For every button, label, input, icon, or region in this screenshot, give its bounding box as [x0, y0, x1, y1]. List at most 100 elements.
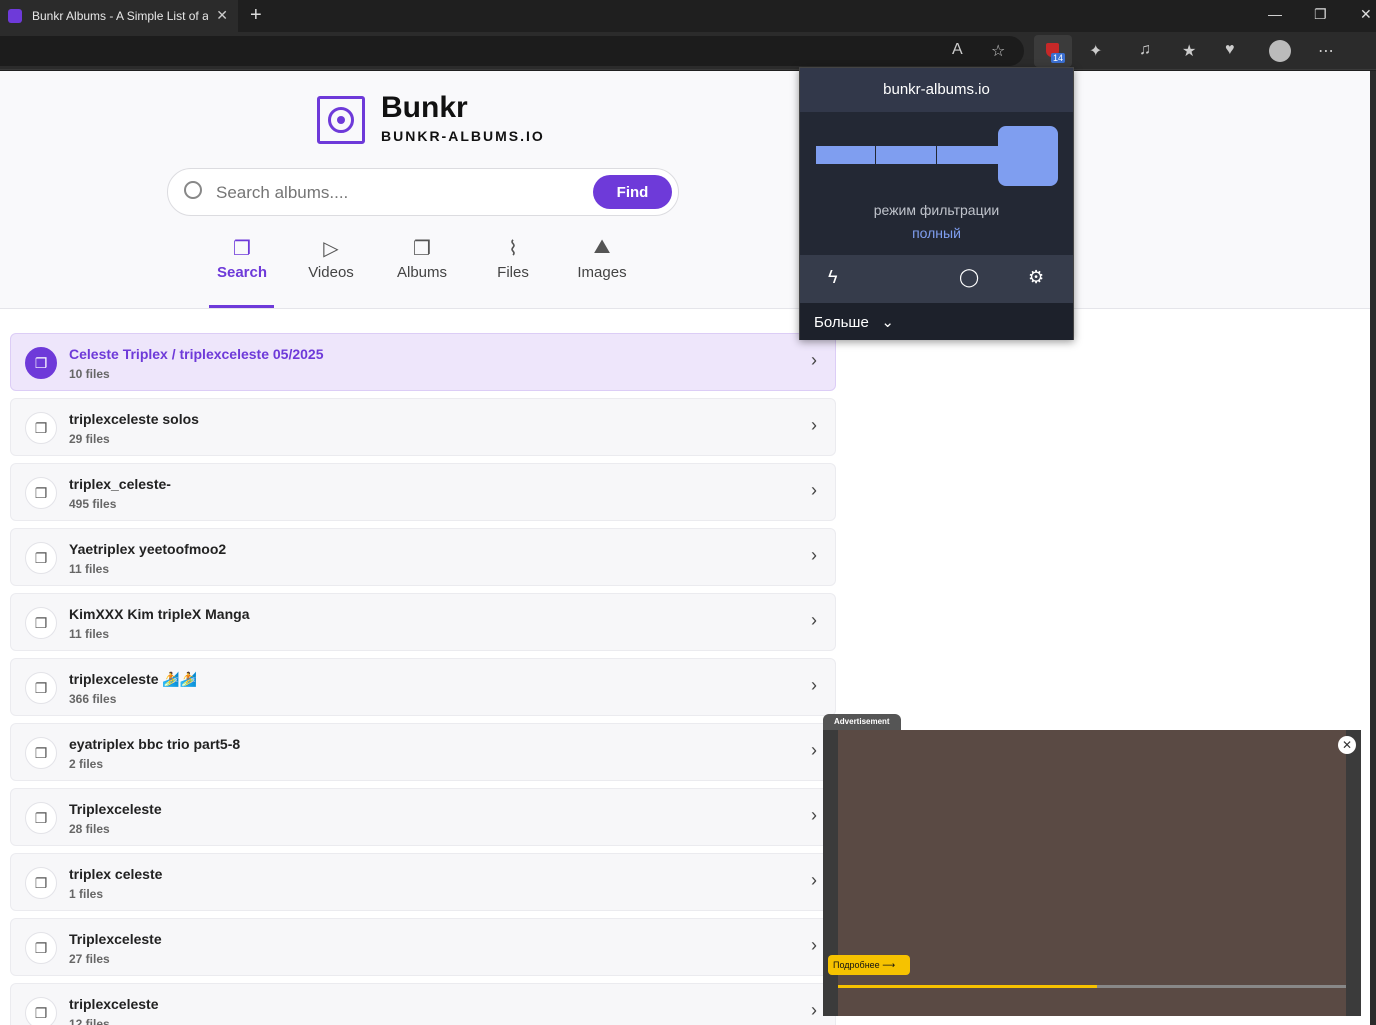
chevron-right-icon: › [811, 610, 817, 630]
play-icon: ▷ [323, 238, 339, 260]
album-file-count: 28 files [69, 822, 110, 836]
album-icon: ❐ [25, 347, 57, 379]
album-icon: ❐ [25, 412, 57, 444]
close-tab-icon[interactable]: ✕ [216, 7, 228, 24]
chevron-right-icon: › [811, 545, 817, 565]
filter-slider-track[interactable] [816, 146, 998, 164]
album-name: Triplexceleste [69, 931, 162, 947]
bunkr-logo-icon[interactable] [317, 96, 365, 144]
album-row[interactable]: ❐ triplexceleste 12 files › [10, 983, 836, 1025]
chevron-right-icon: › [811, 415, 817, 435]
zap-icon[interactable]: ϟ [828, 267, 838, 288]
ad-cta-button[interactable]: Подробнее ⟶ [828, 955, 910, 975]
minimize-icon[interactable]: — [1268, 6, 1282, 22]
album-file-count: 1 files [69, 887, 104, 901]
adblock-popup: bunkr-albums.io режим фильтрации полный … [799, 67, 1074, 340]
album-file-count: 12 files [69, 1017, 110, 1025]
extensions-icon[interactable]: ✦ [1089, 41, 1102, 61]
profile-avatar[interactable] [1269, 40, 1291, 62]
album-name: triplexceleste 🏄🏄 [69, 671, 198, 687]
new-tab-icon[interactable]: + [250, 4, 262, 27]
tab-files[interactable]: ⌇ Files [473, 236, 553, 281]
chevron-right-icon: › [811, 740, 817, 760]
albums-icon: ❐ [413, 238, 431, 260]
read-aloud-icon[interactable]: A [952, 41, 963, 59]
comment-icon[interactable]: ◯ [959, 267, 979, 288]
album-row[interactable]: ❐ triplex_celeste- 495 files › [10, 463, 836, 521]
chevron-right-icon: › [811, 935, 817, 955]
album-name: triplex_celeste- [69, 476, 171, 492]
album-row[interactable]: ❐ Triplexceleste 27 files › [10, 918, 836, 976]
favorites-icon[interactable]: ★ [1182, 41, 1196, 61]
adblock-extension-button[interactable]: 14 [1034, 35, 1072, 67]
extension-badge: 14 [1051, 53, 1066, 63]
site-header: Bunkr BUNKR-ALBUMS.IO Find ❐ Search ▷ Vi… [0, 71, 1370, 309]
browser-tab[interactable]: Bunkr Albums - A Simple List of a ✕ [0, 0, 238, 32]
album-row[interactable]: ❐ Celeste Triplex / triplexceleste 05/202… [10, 333, 836, 391]
chevron-right-icon: › [811, 350, 817, 370]
ad-image-placeholder[interactable] [838, 730, 1346, 1016]
advertisement[interactable]: Advertisement ✕ Подробнее ⟶ [823, 714, 1361, 1016]
tab-videos[interactable]: ▷ Videos [291, 236, 371, 281]
album-name: triplex celeste [69, 866, 163, 882]
chevron-right-icon: › [811, 480, 817, 500]
restore-icon[interactable]: ❐ [1314, 6, 1327, 23]
album-name: Triplexceleste [69, 801, 162, 817]
more-menu-icon[interactable]: ⋯ [1318, 41, 1334, 61]
album-row[interactable]: ❐ Yaetriplex yeetoofmoo2 11 files › [10, 528, 836, 586]
album-icon: ❐ [25, 477, 57, 509]
favorite-star-icon[interactable]: ☆ [991, 41, 1005, 61]
toolbar: A ☆ 14 ✦ ♫ ★ ♥ ⋯ [0, 32, 1376, 70]
tab-albums[interactable]: ❐ Albums [382, 236, 462, 281]
albums-icon: ❐ [233, 238, 251, 260]
close-ad-icon[interactable]: ✕ [1338, 736, 1356, 754]
media-icon[interactable]: ♫ [1139, 41, 1151, 59]
chevron-right-icon: › [811, 675, 817, 695]
chevron-right-icon: › [811, 805, 817, 825]
chevron-down-icon: ⌄ [872, 314, 894, 331]
address-bar[interactable] [0, 36, 1024, 66]
close-window-icon[interactable]: ✕ [1360, 6, 1372, 23]
album-file-count: 29 files [69, 432, 110, 446]
album-file-count: 2 files [69, 757, 104, 771]
page-scrollbar[interactable] [1370, 71, 1376, 1025]
health-icon[interactable]: ♥ [1225, 41, 1235, 59]
album-icon: ❐ [25, 542, 57, 574]
tab-search[interactable]: ❐ Search [202, 236, 282, 281]
album-icon: ❐ [25, 672, 57, 704]
album-file-count: 366 files [69, 692, 117, 706]
popup-host: bunkr-albums.io [800, 68, 1073, 112]
album-row[interactable]: ❐ KimXXX Kim tripleX Manga 11 files › [10, 593, 836, 651]
tab-images[interactable]: ⛰ Images [562, 236, 642, 281]
chevron-right-icon: › [811, 1000, 817, 1020]
album-icon: ❐ [25, 607, 57, 639]
album-name: eyatriplex bbc trio part5-8 [69, 736, 241, 752]
album-file-count: 11 files [69, 627, 110, 641]
album-row[interactable]: ❐ Triplexceleste 28 files › [10, 788, 836, 846]
chevron-right-icon: › [811, 870, 817, 890]
album-name: Celeste Triplex / triplexceleste 05/2025 [69, 346, 324, 362]
album-icon: ❐ [25, 932, 57, 964]
tab-title: Bunkr Albums - A Simple List of a [32, 9, 208, 23]
album-row[interactable]: ❐ triplex celeste 1 files › [10, 853, 836, 911]
settings-gears-icon[interactable]: ⚙ [1028, 267, 1044, 288]
album-row[interactable]: ❐ eyatriplex bbc trio part5-8 2 files › [10, 723, 836, 781]
ad-label: Advertisement [823, 714, 901, 730]
ad-progress-bar [838, 985, 1346, 988]
paperclip-icon: ⌇ [508, 238, 518, 260]
album-name: triplexceleste solos [69, 411, 199, 427]
search-icon [184, 181, 202, 199]
find-button[interactable]: Find [593, 175, 672, 209]
search-input[interactable] [216, 179, 586, 207]
more-dropdown[interactable]: Больше ⌄ [800, 303, 1073, 340]
album-icon: ❐ [25, 737, 57, 769]
album-file-count: 11 files [69, 562, 110, 576]
album-icon: ❐ [25, 802, 57, 834]
album-name: triplexceleste [69, 996, 159, 1012]
filter-slider-knob[interactable] [998, 126, 1058, 186]
filter-mode-label: режим фильтрации [873, 202, 1000, 218]
album-row[interactable]: ❐ triplexceleste solos 29 files › [10, 398, 836, 456]
album-row[interactable]: ❐ triplexceleste 🏄🏄 366 files › [10, 658, 836, 716]
site-brand[interactable]: Bunkr [381, 91, 468, 125]
filter-mode-value: полный [912, 225, 961, 241]
